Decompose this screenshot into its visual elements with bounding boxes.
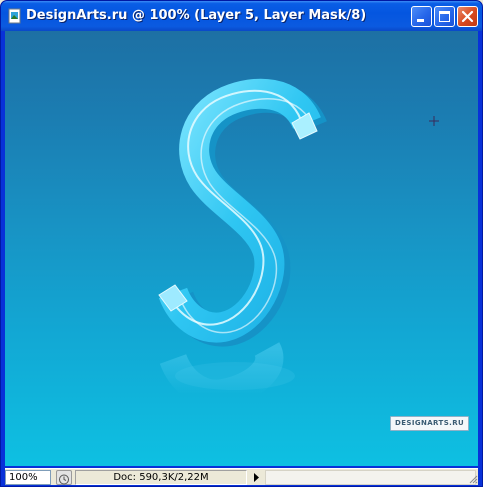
watermark-badge: DESIGNARTS.RU — [390, 416, 470, 431]
close-button[interactable] — [457, 6, 478, 27]
minimize-icon — [417, 19, 424, 22]
status-bar: 100% Doc: 590,3K/2,22M — [5, 468, 478, 486]
title-bar[interactable]: DesignArts.ru @ 100% (Layer 5, Layer Mas… — [1, 1, 482, 31]
maximize-icon — [439, 11, 450, 22]
document-window: DesignArts.ru @ 100% (Layer 5, Layer Mas… — [0, 0, 483, 487]
zoom-level-field[interactable]: 100% — [5, 470, 51, 485]
minimize-button[interactable] — [411, 6, 432, 27]
play-arrow-icon — [254, 473, 259, 482]
resize-grip-icon[interactable] — [469, 475, 478, 484]
timer-icon[interactable] — [56, 470, 72, 485]
window-title: DesignArts.ru @ 100% (Layer 5, Layer Mas… — [26, 8, 367, 23]
status-menu-button[interactable] — [249, 470, 263, 485]
glass-s-artwork — [158, 78, 439, 408]
maximize-button[interactable] — [434, 6, 455, 27]
close-icon — [461, 10, 474, 23]
document-canvas[interactable] — [5, 31, 478, 466]
horizontal-scrollbar[interactable] — [265, 470, 476, 485]
doc-size-info: Doc: 590,3K/2,22M — [75, 470, 247, 485]
crosshair-cursor-icon — [429, 116, 439, 126]
photoshop-document-icon[interactable] — [7, 8, 23, 24]
